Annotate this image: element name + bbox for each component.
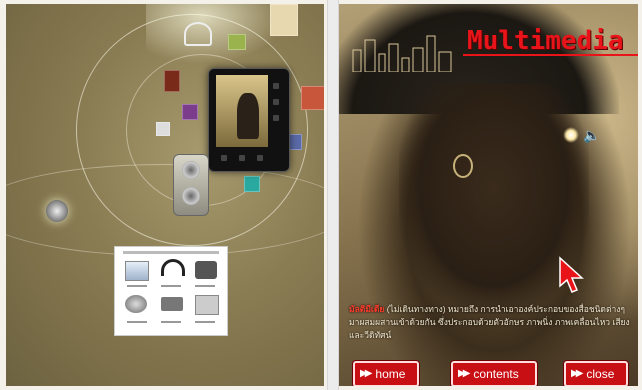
left-page-illustration: [6, 4, 324, 386]
light-glow: [146, 4, 286, 64]
page-divider: [327, 0, 339, 390]
dial-icon: [46, 200, 68, 222]
play-arrows-icon: ▶▶: [458, 368, 471, 379]
description-paragraph: มัลติมีเดีย (ไม่เดินทางทาง) หมายถึง การน…: [349, 303, 633, 342]
home-button-label: home: [375, 367, 406, 381]
camera-icon: [184, 22, 212, 46]
monitor-icon: [195, 295, 219, 315]
video-camera-icon: [161, 297, 183, 311]
close-button[interactable]: ▶▶ close: [564, 361, 628, 386]
page-title: Multimedia: [467, 26, 624, 56]
media-thumbnail: [164, 70, 180, 92]
media-thumbnail: [244, 176, 260, 192]
contents-button-label: contents: [473, 367, 519, 381]
description-keyword: มัลติมีเดีย: [349, 304, 385, 314]
media-thumbnail: [301, 86, 324, 110]
city-skyline-icon: [352, 35, 452, 72]
media-thumbnail: [228, 34, 246, 50]
music-player-icon: [208, 68, 290, 172]
speaker-icon: [173, 154, 209, 216]
headphones-icon: [161, 259, 185, 276]
right-page: Multimedia 🔈 มัลติมีเดีย (ไม่เดินทางทาง)…: [339, 4, 638, 386]
document-icon: [125, 261, 149, 281]
media-thumbnail: [156, 122, 170, 136]
play-arrows-icon: ▶▶: [360, 368, 373, 379]
play-arrows-icon: ▶▶: [571, 368, 584, 379]
description-text: (ไม่เดินทางทาง) หมายถึง การนำเอาองค์ประก…: [349, 304, 630, 340]
speaker-volume-icon[interactable]: 🔈: [583, 128, 600, 142]
media-thumbnail: [270, 4, 298, 36]
title-underline: [463, 54, 638, 56]
contents-button[interactable]: ▶▶ contents: [451, 361, 537, 386]
multimedia-icon-card: [114, 246, 228, 336]
film-reel-icon: [125, 295, 147, 313]
camera-icon: [195, 261, 217, 279]
close-button-label: close: [586, 367, 615, 381]
earring: [453, 154, 473, 178]
cursor-arrow-icon: [559, 256, 584, 293]
audio-toggle[interactable]: 🔈: [563, 124, 603, 146]
home-button[interactable]: ▶▶ home: [353, 361, 419, 386]
media-thumbnail: [182, 104, 198, 120]
